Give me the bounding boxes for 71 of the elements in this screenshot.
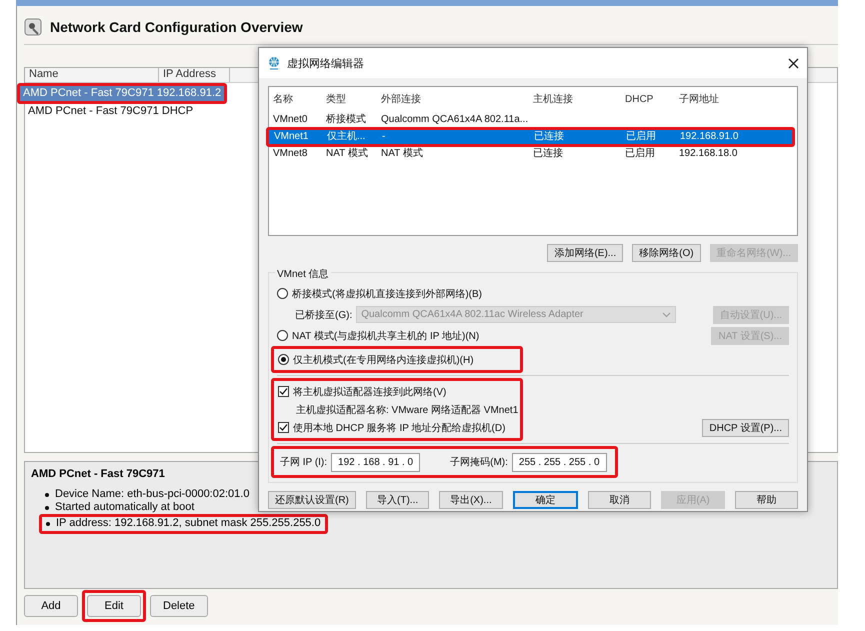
table-cell-text: Qualcomm QCA61x4A 802.11a... xyxy=(381,113,530,127)
list-row[interactable]: AMD PCnet - Fast 79C971 192.168.91.2 xyxy=(20,86,224,101)
subnet-ip-field[interactable]: 192 . 168 . 91 . 0 xyxy=(331,452,420,472)
details-item: IP address: 192.168.91.2, subnet mask 255.255.255.0 xyxy=(56,517,321,530)
table-cell-text: 已启用 xyxy=(625,147,656,161)
adapter-name-text: 主机虚拟适配器名称: VMware 网络适配器 VMnet1 xyxy=(296,404,518,416)
field-label: 子网 IP (I): xyxy=(280,456,328,469)
dialog-button[interactable]: 取消 xyxy=(588,491,652,509)
action-button[interactable]: Delete xyxy=(150,595,208,617)
table-cell-text: VMnet0 xyxy=(273,113,308,127)
details-item: Started automatically at boot xyxy=(55,501,194,514)
table-cell-text: NAT 模式 xyxy=(326,147,369,161)
table-cell-text: NAT 模式 xyxy=(381,147,424,161)
dialog-button[interactable]: 移除网络(O) xyxy=(632,244,701,262)
column-header[interactable]: DHCP xyxy=(625,87,679,113)
globe-icon xyxy=(267,56,281,70)
checkbox[interactable] xyxy=(278,422,289,433)
column-header[interactable]: 类型 xyxy=(326,87,381,113)
column-header[interactable]: Name xyxy=(25,68,159,82)
table-cell-text: VMnet8 xyxy=(273,147,308,161)
column-header[interactable]: 外部连接 xyxy=(381,87,533,113)
radio-button[interactable] xyxy=(277,330,288,341)
column-header[interactable]: 名称 xyxy=(273,87,326,113)
table-cell-text: - xyxy=(382,130,386,144)
bullet-icon xyxy=(45,506,49,510)
group-title: VMnet 信息 xyxy=(275,267,331,281)
table-cell-text: 桥接模式 xyxy=(326,113,367,127)
dialog-button[interactable]: 帮助 xyxy=(734,491,798,509)
radio-label[interactable]: 仅主机模式(在专用网络内连接虚拟机)(H) xyxy=(293,352,474,366)
field-label: 已桥接至(G): xyxy=(295,308,352,322)
column-header[interactable]: 子网地址 xyxy=(679,87,769,113)
checkbox-label[interactable]: 将主机虚拟适配器连接到此网络(V) xyxy=(293,384,446,398)
dialog-button[interactable]: 导出(X)... xyxy=(439,491,503,509)
details-title: AMD PCnet - Fast 79C971 xyxy=(31,468,166,480)
radio-label[interactable]: 桥接模式(将虚拟机直接连接到外部网络)(B) xyxy=(292,286,482,300)
table-cell-text: 已连接 xyxy=(533,147,564,161)
table-cell-text: 已连接 xyxy=(534,130,565,144)
bullet-icon xyxy=(46,522,50,526)
field-label: 子网掩码(M): xyxy=(450,456,508,469)
dialog-title: 虚拟网络编辑器 xyxy=(287,56,365,70)
dialog-button[interactable]: DHCP 设置(P)... xyxy=(702,419,789,437)
list-row[interactable]: AMD PCnet - Fast 79C971 DHCP xyxy=(25,104,196,119)
subnet-mask-field[interactable]: 255 . 255 . 255 . 0 xyxy=(512,452,607,472)
column-header[interactable]: IP Address xyxy=(159,68,230,82)
radio-button[interactable] xyxy=(278,354,289,365)
dialog-button[interactable]: 确定 xyxy=(512,491,578,509)
dialog-button[interactable]: 导入(T)... xyxy=(366,491,430,509)
chevron-down-icon xyxy=(662,312,672,318)
radio-label[interactable]: NAT 模式(与虚拟机共享主机的 IP 地址)(N) xyxy=(292,328,480,342)
radio-button[interactable] xyxy=(277,288,288,299)
table-cell-text: 已启用 xyxy=(626,130,657,144)
network-card-icon xyxy=(24,18,42,36)
dialog-button[interactable]: 还原默认设置(R) xyxy=(268,491,356,509)
bullet-icon xyxy=(45,492,49,496)
close-button[interactable] xyxy=(788,58,799,68)
details-item: Device Name: eth-bus-pci-0000:02:01.0 xyxy=(55,488,250,501)
table-cell-text: 192.168.91.0 xyxy=(680,130,740,144)
close-icon xyxy=(788,58,799,68)
checkbox[interactable] xyxy=(278,386,289,397)
table-row[interactable]: VMnet0 桥接模式 Qualcomm QCA61x4A 802.11a... xyxy=(269,113,797,127)
table-cell-text: 192.168.18.0 xyxy=(679,147,738,161)
dialog-button[interactable]: 添加网络(E)... xyxy=(547,244,624,262)
table-row[interactable]: VMnet8 NAT 模式 NAT 模式 已连接 已启用 192.168.18.0 xyxy=(269,147,797,161)
window-title: Network Card Configuration Overview xyxy=(50,19,303,35)
table-row[interactable]: VMnet1 仅主机... - 已连接 已启用 192.168.91.0 xyxy=(269,130,792,144)
action-button[interactable]: Add xyxy=(24,595,78,617)
table-cell-text: 仅主机... xyxy=(327,130,366,144)
table-cell-text: VMnet1 xyxy=(274,130,310,144)
checkbox-label[interactable]: 使用本地 DHCP 服务将 IP 地址分配给虚拟机(D) xyxy=(293,420,506,434)
action-button[interactable]: Edit xyxy=(87,595,141,617)
column-header[interactable]: 主机连接 xyxy=(533,87,625,113)
